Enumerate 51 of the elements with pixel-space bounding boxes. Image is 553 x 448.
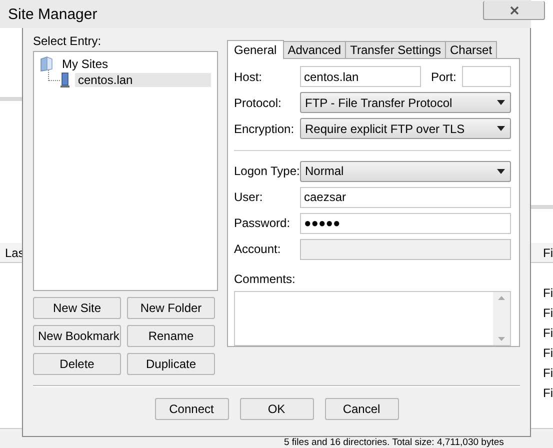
host-field[interactable]: centos.lan: [300, 66, 421, 87]
caret-icon: [497, 100, 505, 105]
entry-button[interactable]: New Site: [33, 297, 121, 319]
list-item: Fi: [543, 286, 553, 300]
field-label: Password:: [234, 216, 292, 230]
field-label: Comments:: [234, 272, 296, 286]
entry-button[interactable]: New Folder: [127, 297, 215, 319]
close-button[interactable]: [483, 1, 545, 20]
tab[interactable]: Charset: [445, 41, 498, 58]
list-item: Fi: [543, 346, 553, 360]
field-label: Select Entry:: [33, 34, 102, 50]
list-item: Fi: [543, 366, 553, 380]
entry-button[interactable]: New Bookmark: [33, 325, 121, 347]
field-label: Host:: [234, 70, 264, 84]
caret-icon: [497, 126, 505, 131]
dialog-button[interactable]: Connect: [154, 398, 228, 420]
window-title: Site Manager: [8, 6, 98, 22]
tab[interactable]: Advanced: [282, 41, 346, 58]
tree-item[interactable]: My Sites: [59, 57, 112, 71]
close-icon: [510, 6, 518, 14]
list-item: Fi: [543, 306, 553, 320]
field-label: Encryption:: [234, 122, 296, 136]
field-label: Port:: [431, 70, 458, 84]
status-text: 5 files and 16 directories. Total size: 4,711,030 bytes: [284, 437, 504, 448]
field-label: Account:: [234, 242, 282, 256]
list-item: Fi: [543, 386, 553, 400]
list-item: Fi: [543, 326, 553, 340]
dialog-button[interactable]: Cancel: [324, 398, 398, 420]
field-label: Protocol:: [234, 96, 282, 110]
entry-button[interactable]: Rename: [127, 325, 215, 347]
site-tree[interactable]: My Sites centos.lan: [33, 51, 218, 291]
field-label: Logon Type:: [234, 164, 300, 178]
dialog-button[interactable]: OK: [240, 398, 314, 420]
entry-button[interactable]: Delete: [33, 353, 121, 375]
comments-field[interactable]: [234, 291, 511, 346]
entry-button[interactable]: Duplicate: [127, 353, 215, 375]
column-header[interactable]: Fi: [531, 243, 553, 263]
field-label: User:: [234, 190, 264, 204]
encryption-dropdown[interactable]: Require explicit FTP over TLS: [300, 118, 511, 139]
tree-item[interactable]: centos.lan: [75, 73, 211, 87]
server-icon: [60, 72, 70, 88]
user-field[interactable]: caezsar: [300, 186, 511, 208]
protocol-dropdown[interactable]: FTP - File Transfer Protocol: [300, 92, 511, 113]
tab[interactable]: General: [227, 40, 284, 59]
port-field[interactable]: [462, 66, 511, 87]
password-field[interactable]: ●●●●●: [300, 212, 511, 234]
logon-type-dropdown[interactable]: Normal: [300, 160, 511, 182]
caret-icon: [497, 168, 505, 174]
tab[interactable]: Transfer Settings: [345, 41, 446, 58]
scroll-down-icon[interactable]: [498, 337, 505, 341]
scroll-up-icon[interactable]: [498, 296, 505, 300]
